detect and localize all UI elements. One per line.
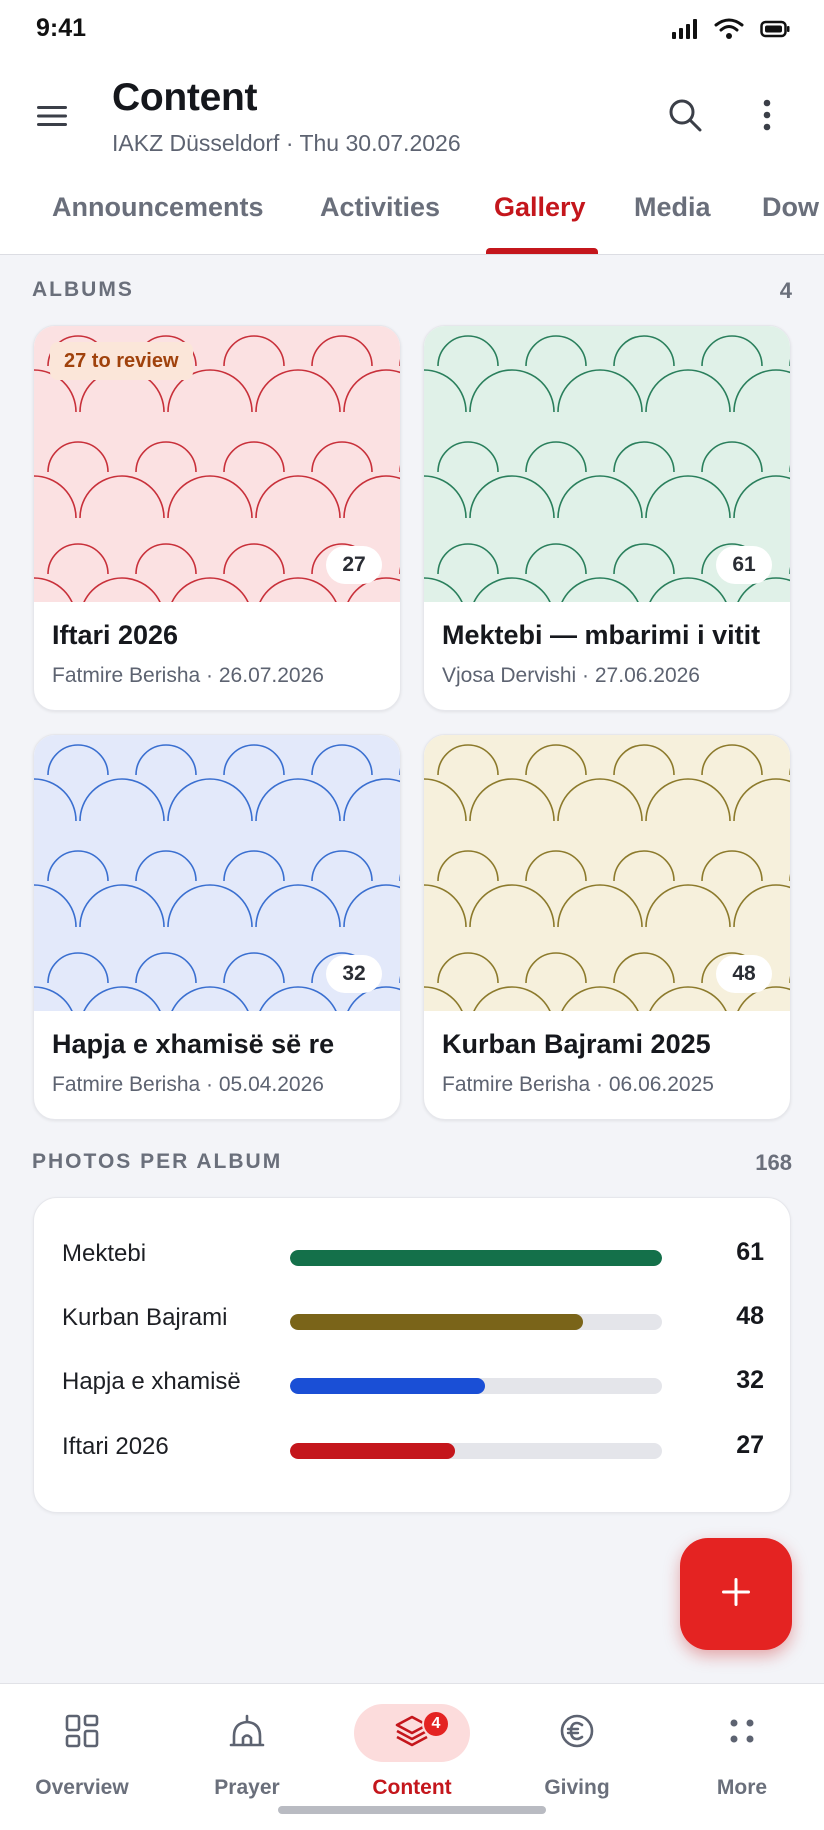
grid-icon: [65, 1714, 99, 1753]
nav-badge: 4: [422, 1710, 450, 1738]
tab-gallery[interactable]: Gallery: [494, 192, 586, 252]
photos-per-album-card: Mektebi 61 Kurban Bajrami 48 Hapja e xha…: [33, 1197, 791, 1513]
page-title: Content: [112, 76, 258, 119]
overflow-menu-button[interactable]: [744, 94, 790, 140]
photo-count-pill: 61: [716, 546, 772, 584]
stat-row: Hapja e xhamisë 32: [34, 1364, 792, 1404]
content-tabs: Announcements Activities Gallery Media D…: [0, 180, 824, 255]
album-title: Kurban Bajrami 2025: [442, 1029, 711, 1059]
stat-value: 32: [736, 1366, 764, 1394]
stat-bar-fill: [290, 1443, 455, 1459]
photos-total: 168: [755, 1150, 792, 1175]
photos-section-label: PHOTOS PER ALBUM: [32, 1150, 283, 1173]
stat-value: 48: [736, 1302, 764, 1330]
stat-label: Iftari 2026: [62, 1433, 169, 1460]
tab-activities[interactable]: Activities: [320, 192, 440, 252]
active-tab-indicator: [486, 248, 598, 254]
wifi-icon: [714, 18, 744, 45]
stat-row: Iftari 2026 27: [34, 1429, 792, 1469]
photo-count-pill: 27: [326, 546, 382, 584]
page-subtitle: IAKZ Düsseldorf · Thu 30.07.2026: [112, 130, 461, 156]
tab-downloads[interactable]: Dow: [762, 192, 819, 252]
album-card[interactable]: 48 Kurban Bajrami 2025 Fatmire Berisha ·…: [423, 734, 791, 1120]
status-time: 9:41: [36, 14, 87, 42]
mosque-icon: [229, 1714, 265, 1753]
album-title: Iftari 2026: [52, 620, 179, 650]
album-meta: Fatmire Berisha · 05.04.2026: [52, 1073, 324, 1096]
stat-bar-track: [290, 1443, 662, 1459]
dots-grid-icon: [728, 1717, 756, 1750]
add-album-button[interactable]: [680, 1538, 792, 1650]
stat-label: Hapja e xhamisë: [62, 1368, 241, 1395]
album-card[interactable]: 61 Mektebi — mbarimi i vitit Vjosa Dervi…: [423, 325, 791, 711]
home-indicator: [278, 1806, 546, 1814]
album-meta: Fatmire Berisha · 26.07.2026: [52, 664, 324, 687]
stat-value: 27: [736, 1431, 764, 1459]
nav-item-overview[interactable]: Overview: [0, 1684, 164, 1830]
stat-label: Mektebi: [62, 1240, 147, 1267]
stat-row: Mektebi 61: [34, 1236, 792, 1276]
stat-bar-fill: [290, 1250, 662, 1266]
nav-label: Giving: [544, 1776, 610, 1799]
search-icon: [667, 97, 703, 138]
nav-label: More: [716, 1776, 768, 1799]
stat-bar-track: [290, 1378, 662, 1394]
albums-count: 4: [779, 278, 792, 303]
app-header: Content IAKZ Düsseldorf · Thu 30.07.2026: [0, 60, 824, 180]
nav-item-more[interactable]: More: [660, 1684, 824, 1830]
stat-bar-fill: [290, 1378, 486, 1394]
album-meta: Fatmire Berisha · 06.06.2025: [442, 1073, 714, 1096]
album-title: Hapja e xhamisë së re: [52, 1029, 335, 1059]
photo-count-pill: 48: [716, 955, 772, 993]
tab-media[interactable]: Media: [634, 192, 711, 252]
nav-label: Overview: [35, 1776, 129, 1799]
album-meta: Vjosa Dervishi · 27.06.2026: [442, 664, 700, 687]
battery-icon: [760, 19, 790, 44]
stat-bar-fill: [290, 1314, 583, 1330]
stat-row: Kurban Bajrami 48: [34, 1300, 792, 1340]
tab-announcements[interactable]: Announcements: [52, 192, 264, 252]
album-card[interactable]: 27 to review 27 Iftari 2026 Fatmire Beri…: [33, 325, 401, 711]
review-badge: 27 to review: [50, 342, 193, 380]
more-vertical-icon: [762, 99, 772, 136]
euro-icon: [559, 1713, 595, 1754]
menu-button[interactable]: [30, 98, 74, 138]
search-button[interactable]: [662, 94, 708, 140]
stat-value: 61: [736, 1238, 764, 1266]
photo-count-pill: 32: [326, 955, 382, 993]
albums-section-label: ALBUMS: [32, 278, 134, 301]
album-card[interactable]: 32 Hapja e xhamisë së re Fatmire Berisha…: [33, 734, 401, 1120]
hamburger-icon: [36, 104, 68, 133]
status-icons: [670, 18, 790, 45]
stat-label: Kurban Bajrami: [62, 1304, 228, 1331]
nav-label: Prayer: [214, 1776, 280, 1799]
signal-icon: [670, 18, 698, 45]
plus-icon: [719, 1575, 753, 1614]
stat-bar-track: [290, 1314, 662, 1330]
stat-bar-track: [290, 1250, 662, 1266]
album-title: Mektebi — mbarimi i vitit: [442, 620, 761, 650]
status-bar: 9:41: [0, 0, 824, 60]
nav-label: Content: [372, 1776, 452, 1799]
